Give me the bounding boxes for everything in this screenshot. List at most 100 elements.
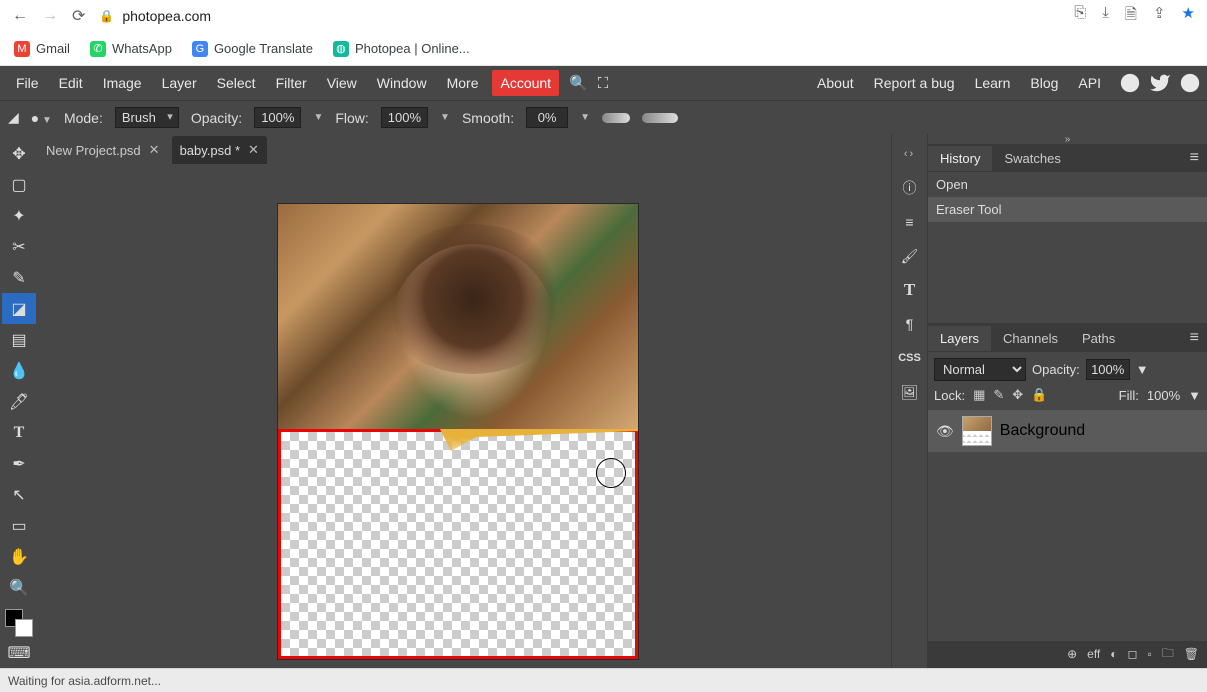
opacity-input[interactable]: 100% bbox=[254, 107, 301, 128]
lock-position-icon[interactable]: ✥ bbox=[1012, 387, 1023, 403]
tab-swatches[interactable]: Swatches bbox=[992, 146, 1072, 171]
color-swatch[interactable] bbox=[5, 609, 33, 637]
panel-menu-icon[interactable]: ≡ bbox=[1182, 149, 1207, 167]
menu-select[interactable]: Select bbox=[207, 69, 266, 97]
account-button[interactable]: Account bbox=[492, 70, 559, 96]
menu-window[interactable]: Window bbox=[367, 69, 437, 97]
brush-preset-icon[interactable]: ● ▼ bbox=[31, 110, 52, 126]
twitter-icon[interactable] bbox=[1149, 72, 1171, 94]
menu-image[interactable]: Image bbox=[93, 69, 152, 97]
layer-name-label[interactable]: Background bbox=[1000, 422, 1085, 440]
marquee-tool-icon[interactable]: ▢ bbox=[2, 169, 36, 200]
fill-caret-icon[interactable]: ▼ bbox=[1188, 388, 1201, 403]
link-blog[interactable]: Blog bbox=[1020, 69, 1068, 97]
close-tab-icon[interactable]: ✕ bbox=[248, 142, 259, 158]
smooth-input[interactable]: 0% bbox=[526, 107, 568, 128]
mode-dropdown[interactable]: Brush bbox=[115, 107, 179, 128]
pen-tool-icon[interactable]: ✒ bbox=[2, 448, 36, 479]
zoom-tool-icon[interactable]: 🔍 bbox=[2, 572, 36, 603]
address-bar[interactable]: 🔒 photopea.com bbox=[99, 8, 211, 24]
adjustment-icon[interactable]: ◻ bbox=[1128, 647, 1138, 661]
wand-tool-icon[interactable]: ✦ bbox=[2, 200, 36, 231]
picture-panel-icon[interactable]: 🖼 bbox=[894, 376, 926, 408]
fullscreen-icon[interactable]: ⛶ bbox=[598, 75, 609, 92]
download-icon[interactable]: ⤓ bbox=[1102, 4, 1109, 29]
link-layers-icon[interactable]: ⊕ bbox=[1067, 647, 1077, 661]
flow-dropdown-icon[interactable]: ▼ bbox=[440, 112, 450, 123]
bookmark-whatsapp[interactable]: ✆WhatsApp bbox=[90, 41, 172, 57]
tab-history[interactable]: History bbox=[928, 146, 992, 171]
blend-mode-dropdown[interactable]: Normal bbox=[934, 358, 1026, 381]
search-icon[interactable]: 🔍 bbox=[569, 74, 588, 92]
tab-channels[interactable]: Channels bbox=[991, 326, 1070, 351]
page-icon[interactable]: 🗎 bbox=[1125, 4, 1137, 29]
clipboard-icon[interactable]: ⎘ bbox=[1074, 4, 1086, 29]
back-icon[interactable]: ← bbox=[12, 7, 28, 25]
new-layer-icon[interactable]: ▫ bbox=[1147, 647, 1151, 661]
fill-input[interactable]: 100% bbox=[1147, 388, 1180, 403]
history-item-eraser[interactable]: Eraser Tool bbox=[928, 197, 1207, 222]
crop-tool-icon[interactable]: ✂ bbox=[2, 231, 36, 262]
forward-icon[interactable]: → bbox=[42, 7, 58, 25]
folder-icon[interactable]: 🗀 bbox=[1162, 644, 1174, 665]
info-panel-icon[interactable]: ⓘ bbox=[894, 172, 926, 204]
share-icon[interactable]: ⇪ bbox=[1153, 4, 1166, 29]
move-tool-icon[interactable]: ✥ bbox=[2, 138, 36, 169]
link-about[interactable]: About bbox=[807, 69, 864, 97]
path-tool-icon[interactable]: ↖ bbox=[2, 479, 36, 510]
lock-all-icon[interactable]: 🔒 bbox=[1031, 387, 1047, 403]
character-panel-icon[interactable]: T bbox=[894, 274, 926, 306]
doc-tab-new-project[interactable]: New Project.psd ✕ bbox=[38, 136, 168, 164]
menu-more[interactable]: More bbox=[437, 69, 489, 97]
type-tool-icon[interactable]: T bbox=[2, 417, 36, 448]
fx-icon[interactable]: eff bbox=[1087, 647, 1100, 661]
menu-file[interactable]: File bbox=[6, 69, 49, 97]
opacity-dropdown-icon[interactable]: ▼ bbox=[313, 112, 323, 123]
brush-panel-icon[interactable]: 🖌 bbox=[894, 240, 926, 272]
reload-icon[interactable]: ⟳ bbox=[72, 6, 85, 26]
eraser-tool-button[interactable]: ◪ bbox=[2, 293, 36, 324]
mask-icon[interactable]: ◐ bbox=[1110, 647, 1117, 661]
menu-filter[interactable]: Filter bbox=[266, 69, 317, 97]
menu-layer[interactable]: Layer bbox=[152, 69, 207, 97]
eyedropper-tool-icon[interactable]: ✎ bbox=[2, 262, 36, 293]
opacity-caret-icon[interactable]: ▼ bbox=[1136, 362, 1149, 377]
panel-menu-icon[interactable]: ≡ bbox=[1182, 329, 1207, 347]
eraser-tool-icon[interactable]: ◢ bbox=[8, 109, 19, 126]
bookmark-photopea[interactable]: ◍Photopea | Online... bbox=[333, 41, 470, 57]
paragraph-panel-icon[interactable]: ¶ bbox=[894, 308, 926, 340]
facebook-icon[interactable] bbox=[1179, 72, 1201, 94]
panel-collapse-icon[interactable]: » bbox=[928, 134, 1207, 144]
layer-opacity-input[interactable]: 100% bbox=[1086, 359, 1130, 380]
history-item-open[interactable]: Open bbox=[928, 172, 1207, 197]
blur-tool-icon[interactable]: 💧 bbox=[2, 355, 36, 386]
brush-preview-icon[interactable] bbox=[602, 113, 630, 123]
layer-thumbnail[interactable] bbox=[962, 416, 992, 446]
link-report-bug[interactable]: Report a bug bbox=[864, 69, 965, 97]
tab-paths[interactable]: Paths bbox=[1070, 326, 1127, 351]
lock-brush-icon[interactable]: ✎ bbox=[993, 387, 1004, 403]
background-color[interactable] bbox=[15, 619, 33, 637]
bookmark-star-icon[interactable]: ★ bbox=[1182, 4, 1195, 29]
quickmask-icon[interactable]: ⌨ bbox=[2, 637, 36, 668]
gradient-tool-icon[interactable]: ▤ bbox=[2, 324, 36, 355]
adjust-panel-icon[interactable]: ≡ bbox=[894, 206, 926, 238]
canvas-area[interactable] bbox=[38, 164, 891, 668]
shape-tool-icon[interactable]: ▭ bbox=[2, 510, 36, 541]
smooth-dropdown-icon[interactable]: ▼ bbox=[580, 112, 590, 123]
layer-row-background[interactable]: 👁 Background bbox=[928, 409, 1207, 453]
bookmark-translate[interactable]: GGoogle Translate bbox=[192, 41, 313, 57]
visibility-toggle-icon[interactable]: 👁 bbox=[936, 423, 954, 440]
link-learn[interactable]: Learn bbox=[965, 69, 1021, 97]
collapse-icon[interactable]: ‹› bbox=[894, 138, 926, 170]
hand-tool-icon[interactable]: ✋ bbox=[2, 541, 36, 572]
dodge-tool-icon[interactable]: 🖊 bbox=[2, 386, 36, 417]
doc-tab-baby[interactable]: baby.psd * ✕ bbox=[172, 136, 267, 164]
document-canvas[interactable] bbox=[278, 204, 638, 659]
trash-icon[interactable]: 🗑 bbox=[1184, 647, 1199, 661]
lock-transparent-icon[interactable]: ▦ bbox=[973, 387, 985, 403]
brush-preview2-icon[interactable] bbox=[642, 113, 678, 123]
close-tab-icon[interactable]: ✕ bbox=[149, 142, 160, 158]
flow-input[interactable]: 100% bbox=[381, 107, 428, 128]
menu-edit[interactable]: Edit bbox=[49, 69, 93, 97]
